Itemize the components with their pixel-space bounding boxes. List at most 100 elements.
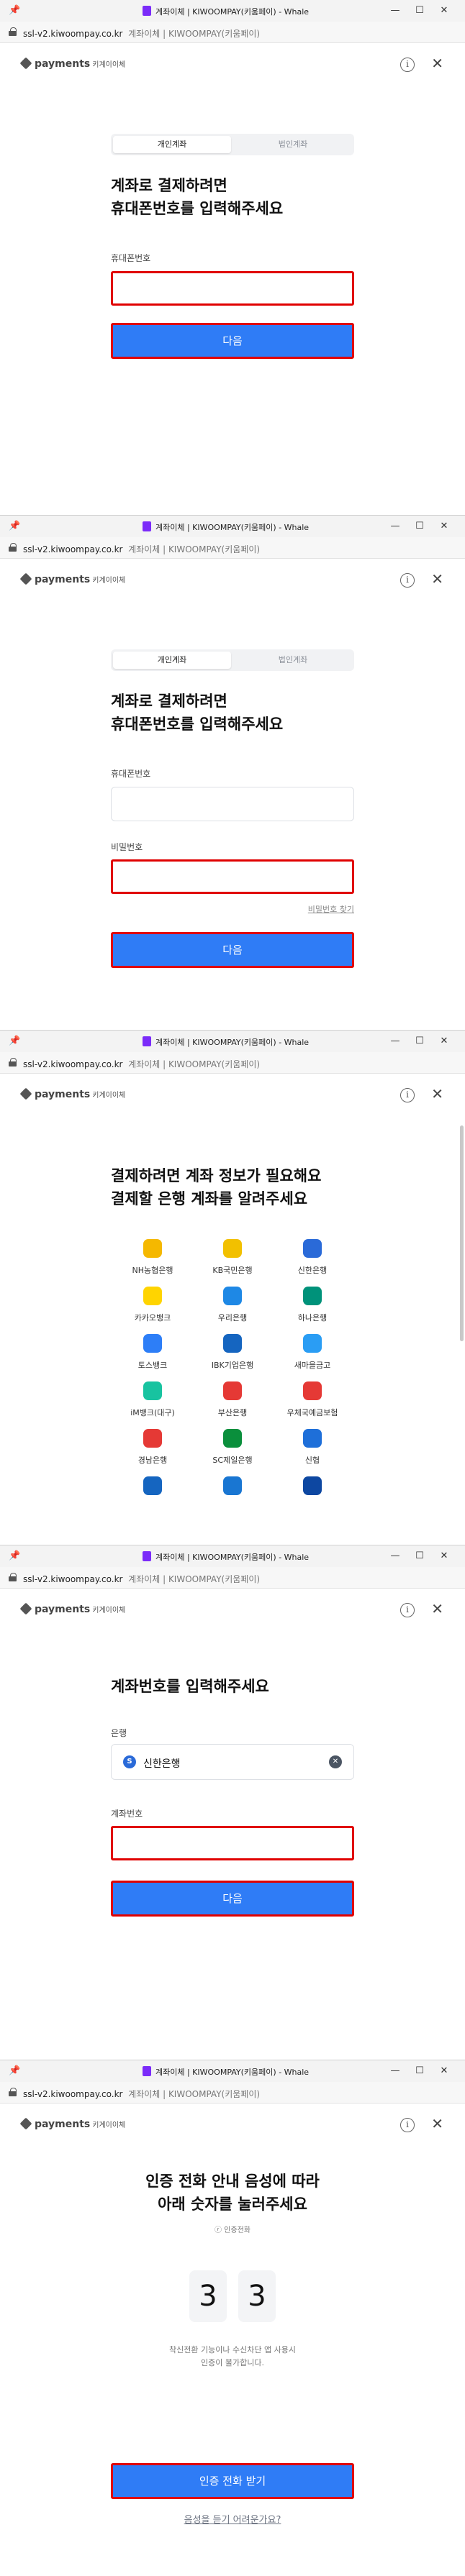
page-title: 인증 전화 안내 음성에 따라 아래 숫자를 눌러주세요	[145, 2173, 320, 2213]
bank-option[interactable]: 하나은행	[276, 1287, 348, 1323]
bank-option[interactable]: IBK기업은행	[197, 1334, 268, 1371]
tab-business[interactable]: 법인계좌	[234, 136, 352, 153]
bank-name: 부산은행	[217, 1408, 248, 1417]
bank-logo-icon	[303, 1287, 322, 1305]
info-icon[interactable]: i	[400, 1603, 415, 1617]
pin-icon[interactable]: 📌	[9, 2065, 20, 2076]
tab-personal[interactable]: 개인계좌	[113, 652, 231, 669]
close-icon[interactable]: ✕	[431, 56, 443, 70]
bank-option[interactable]: 신한은행	[276, 1239, 348, 1276]
window-close-icon[interactable]: ✕	[437, 2064, 451, 2078]
address-bar[interactable]: ssl-v2.kiwoompay.co.kr 계좌이체 | KIWOOMPAY(…	[0, 22, 465, 43]
forgot-password-link[interactable]: 비밀번호 찾기	[308, 903, 354, 915]
info-icon[interactable]: i	[400, 2118, 415, 2132]
favicon-icon	[143, 521, 151, 531]
bank-logo-icon	[303, 1476, 322, 1495]
url-text[interactable]: ssl-v2.kiwoompay.co.kr 계좌이체 | KIWOOMPAY(…	[23, 543, 260, 555]
dialog-header: payments 키계이이체 i ✕	[0, 559, 465, 600]
close-icon[interactable]: ✕	[431, 1602, 443, 1616]
maximize-icon[interactable]: ☐	[412, 4, 427, 18]
bank-option[interactable]: 경남은행	[117, 1429, 189, 1466]
next-button[interactable]: 다음	[111, 1881, 354, 1917]
window-close-icon[interactable]: ✕	[437, 4, 451, 18]
next-button[interactable]: 다음	[111, 932, 354, 968]
info-icon[interactable]: i	[400, 1088, 415, 1102]
address-bar[interactable]: ssl-v2.kiwoompay.co.kr 계좌이체 | KIWOOMPAY(…	[0, 537, 465, 559]
dialog-header: payments 키계이이체 i ✕	[0, 1589, 465, 1630]
pin-icon[interactable]: 📌	[9, 5, 20, 16]
bank-option[interactable]	[117, 1476, 189, 1495]
close-icon[interactable]: ✕	[431, 1087, 443, 1101]
bank-name: iM뱅크(대구)	[130, 1408, 175, 1417]
bank-option[interactable]: SC제일은행	[197, 1429, 268, 1466]
maximize-icon[interactable]: ☐	[412, 1034, 427, 1049]
bank-logo-icon	[223, 1429, 242, 1448]
bank-logo-icon	[143, 1476, 162, 1495]
caller-label: ⓡ 인증전화	[215, 2226, 250, 2234]
maximize-icon[interactable]: ☐	[412, 2064, 427, 2078]
window-close-icon[interactable]: ✕	[437, 1549, 451, 1563]
bank-option[interactable]: 우체국예금보험	[276, 1381, 348, 1418]
url-text[interactable]: ssl-v2.kiwoompay.co.kr 계좌이체 | KIWOOMPAY(…	[23, 2088, 260, 2100]
screen-phone-entry: 📌 계좌이체 | KIWOOMPAY(키움페이) - Whale — ☐ ✕ s…	[0, 0, 465, 515]
address-bar[interactable]: ssl-v2.kiwoompay.co.kr 계좌이체 | KIWOOMPAY(…	[0, 1567, 465, 1589]
phone-input[interactable]	[111, 271, 354, 306]
pin-icon[interactable]: 📌	[9, 1036, 20, 1046]
bank-option[interactable]: KB국민은행	[197, 1239, 268, 1276]
lock-icon[interactable]	[9, 27, 17, 36]
bank-option[interactable]: NH농협은행	[117, 1239, 189, 1276]
close-icon[interactable]: ✕	[431, 2116, 443, 2131]
window-titlebar: 📌 계좌이체 | KIWOOMPAY(키움페이) - Whale — ☐ ✕	[0, 1545, 465, 1567]
close-icon[interactable]: ✕	[431, 572, 443, 586]
phone-input[interactable]	[111, 787, 354, 821]
receive-call-button[interactable]: 인증 전화 받기	[111, 2463, 354, 2499]
bank-option[interactable]	[197, 1476, 268, 1495]
lock-icon[interactable]	[9, 2088, 17, 2096]
window-title: 계좌이체 | KIWOOMPAY(키움페이) - Whale	[155, 1038, 310, 1047]
clear-icon[interactable]: ✕	[329, 1755, 342, 1768]
lock-icon[interactable]	[9, 543, 17, 552]
lock-icon[interactable]	[9, 1573, 17, 1581]
pin-icon[interactable]: 📌	[9, 1550, 20, 1561]
bank-option[interactable]	[276, 1476, 348, 1495]
bank-option[interactable]: 신협	[276, 1429, 348, 1466]
bank-option[interactable]: 토스뱅크	[117, 1334, 189, 1371]
info-icon[interactable]: i	[400, 573, 415, 588]
bank-option[interactable]: 새마을금고	[276, 1334, 348, 1371]
page-title: 계좌로 결제하려면 휴대폰번호를 입력해주세요	[111, 177, 284, 217]
bank-option[interactable]: 우리은행	[197, 1287, 268, 1323]
bank-label: 은행	[111, 1728, 127, 1738]
pin-icon[interactable]: 📌	[9, 521, 20, 531]
bank-option[interactable]: iM뱅크(대구)	[117, 1381, 189, 1418]
window-close-icon[interactable]: ✕	[437, 1034, 451, 1049]
maximize-icon[interactable]: ☐	[412, 519, 427, 534]
address-bar[interactable]: ssl-v2.kiwoompay.co.kr 계좌이체 | KIWOOMPAY(…	[0, 1052, 465, 1074]
bank-option[interactable]: 부산은행	[197, 1381, 268, 1418]
account-number-input[interactable]	[111, 1826, 354, 1860]
bank-select[interactable]: S 신한은행 ✕	[111, 1744, 354, 1780]
info-icon[interactable]: i	[400, 58, 415, 72]
url-text[interactable]: ssl-v2.kiwoompay.co.kr 계좌이체 | KIWOOMPAY(…	[23, 27, 260, 40]
next-button[interactable]: 다음	[111, 323, 354, 359]
page-title: 계좌번호를 입력해주세요	[111, 1678, 269, 1695]
help-link[interactable]: 음성을 듣기 어려운가요?	[0, 2512, 465, 2526]
minimize-icon[interactable]: —	[388, 1034, 402, 1049]
minimize-icon[interactable]: —	[388, 519, 402, 534]
lock-icon[interactable]	[9, 1058, 17, 1067]
address-bar[interactable]: ssl-v2.kiwoompay.co.kr 계좌이체 | KIWOOMPAY(…	[0, 2082, 465, 2104]
window-close-icon[interactable]: ✕	[437, 519, 451, 534]
tab-personal[interactable]: 개인계좌	[113, 136, 231, 153]
tab-business[interactable]: 법인계좌	[234, 652, 352, 669]
scrollbar[interactable]	[460, 1125, 464, 1341]
minimize-icon[interactable]: —	[388, 1549, 402, 1563]
url-text[interactable]: ssl-v2.kiwoompay.co.kr 계좌이체 | KIWOOMPAY(…	[23, 1058, 260, 1070]
minimize-icon[interactable]: —	[388, 2064, 402, 2078]
password-input[interactable]	[111, 859, 354, 894]
verification-digit: 3	[189, 2270, 227, 2322]
maximize-icon[interactable]: ☐	[412, 1549, 427, 1563]
minimize-icon[interactable]: —	[388, 4, 402, 18]
account-type-tabs: 개인계좌 법인계좌	[111, 649, 354, 671]
url-text[interactable]: ssl-v2.kiwoompay.co.kr 계좌이체 | KIWOOMPAY(…	[23, 1573, 260, 1585]
bank-option[interactable]: 카카오뱅크	[117, 1287, 189, 1323]
bank-name: SC제일은행	[212, 1456, 253, 1465]
